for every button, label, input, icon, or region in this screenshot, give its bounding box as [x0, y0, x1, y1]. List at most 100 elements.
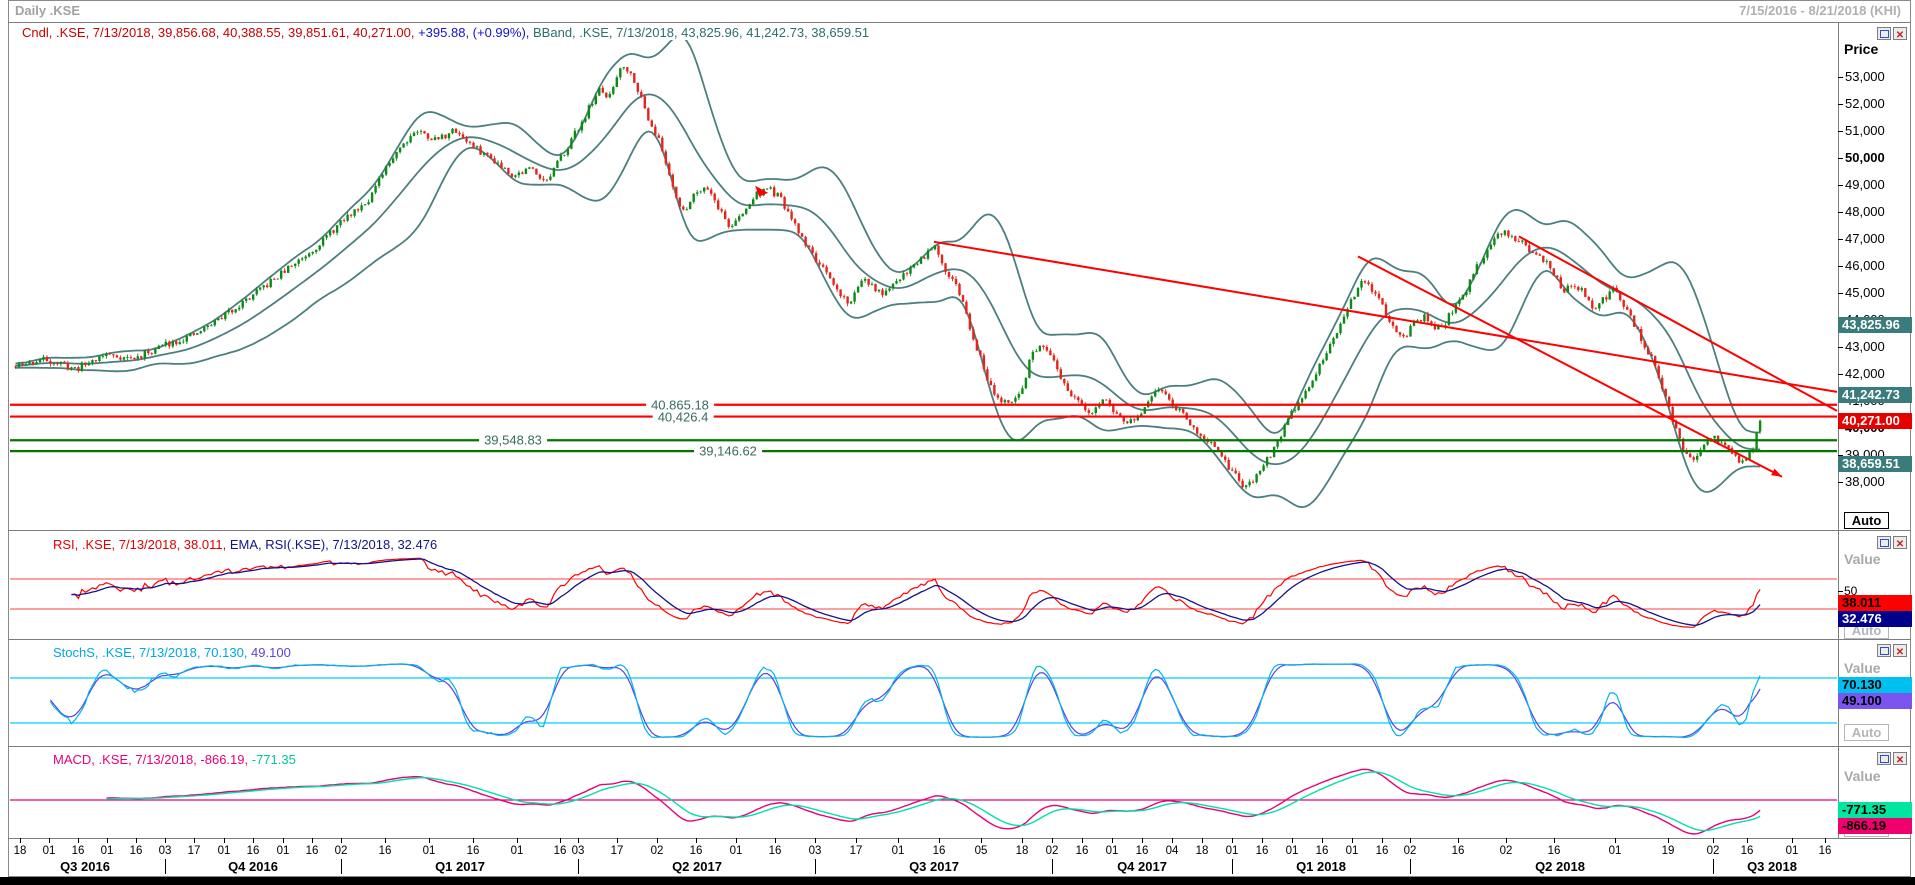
restore-icon[interactable]: [1877, 644, 1891, 657]
date-tick-label: 16: [72, 845, 85, 857]
price-tick: 53,000: [1838, 69, 1912, 84]
price-tick-label: 53,000: [1845, 69, 1885, 84]
quarter-separator: [1713, 859, 1714, 874]
date-tick-mark: [1082, 838, 1083, 843]
date-tick-mark: [617, 838, 618, 843]
date-tick-label: 16: [1548, 845, 1561, 857]
date-tick-label: 01: [218, 845, 231, 857]
date-tick-label: 01: [1609, 845, 1622, 857]
date-tick-label: 16: [1076, 845, 1089, 857]
date-tick-mark: [283, 838, 284, 843]
date-tick-mark: [775, 838, 776, 843]
tick-mark: [1838, 374, 1843, 375]
date-tick-mark: [341, 838, 342, 843]
date-tick-label: 17: [188, 845, 201, 857]
price-tick: 52,000: [1838, 96, 1912, 111]
date-tick-label: 18: [14, 845, 27, 857]
date-tick-label: 01: [101, 845, 114, 857]
date-tick-label: 16: [247, 845, 260, 857]
level-line-label: 40,426.4: [653, 409, 714, 424]
stoch-pane-controls: ✕: [1877, 644, 1909, 658]
quarter-separator: [578, 859, 579, 874]
pane-separator-rsi-stoch[interactable]: [8, 639, 1911, 640]
macd-pane: [10, 769, 1837, 834]
date-tick-label: 16: [1376, 845, 1389, 857]
date-tick-mark: [1172, 838, 1173, 843]
price-tick-label: 43,000: [1845, 339, 1885, 354]
date-tick-mark: [1022, 838, 1023, 843]
date-tick-mark: [1322, 838, 1323, 843]
date-tick-mark: [898, 838, 899, 843]
legend-main: Cndl, .KSE, 7/13/2018, 39,856.68, 40,388…: [22, 25, 869, 40]
restore-icon[interactable]: [1877, 536, 1891, 549]
date-tick-label: 03: [809, 845, 822, 857]
rsi-pane-controls: ✕: [1877, 536, 1909, 550]
date-tick-mark: [736, 838, 737, 843]
stoch-auto-button[interactable]: Auto: [1844, 724, 1889, 741]
indicator-badge: 32.476: [1838, 611, 1912, 627]
title-separator: [8, 22, 1911, 23]
pane-separator-main-rsi[interactable]: [8, 530, 1911, 531]
macd-axis-title: Value: [1844, 768, 1881, 784]
price-tick: 51,000: [1838, 123, 1912, 138]
close-icon[interactable]: ✕: [1893, 27, 1907, 40]
restore-icon[interactable]: [1877, 27, 1891, 40]
date-tick-label: 18: [1196, 845, 1209, 857]
date-tick-mark: [78, 838, 79, 843]
date-tick-mark: [312, 838, 313, 843]
price-tick-label: 38,000: [1845, 474, 1885, 489]
date-tick-label: 02: [335, 845, 348, 857]
stoch-k-line: [50, 664, 1760, 738]
close-icon[interactable]: ✕: [1893, 536, 1907, 549]
legend-segment: StochS, .KSE, 7/13/2018, 70.130,: [53, 645, 251, 660]
close-icon[interactable]: ✕: [1893, 644, 1907, 657]
date-range-label: 7/15/2016 - 8/21/2018 (KHI): [1739, 3, 1901, 18]
quarter-separator: [341, 859, 342, 874]
date-tick-label: 01: [892, 845, 905, 857]
date-tick-label: 16: [467, 845, 480, 857]
close-icon[interactable]: ✕: [1893, 752, 1907, 765]
restore-icon[interactable]: [1877, 752, 1891, 765]
date-tick-mark: [1554, 838, 1555, 843]
date-tick-label: 01: [1346, 845, 1359, 857]
date-tick-mark: [1382, 838, 1383, 843]
date-tick-label: 16: [306, 845, 319, 857]
price-tick-label: 50,000: [1845, 150, 1885, 165]
date-tick-mark: [253, 838, 254, 843]
date-tick-mark: [1668, 838, 1669, 843]
date-tick-mark: [1747, 838, 1748, 843]
pane-separator-stoch-macd[interactable]: [8, 746, 1911, 747]
date-tick-label: 16: [379, 845, 392, 857]
date-tick-mark: [578, 838, 579, 843]
date-tick-mark: [1506, 838, 1507, 843]
price-tick-label: 46,000: [1845, 258, 1885, 273]
tick-mark: [1838, 482, 1843, 483]
trend-line-3[interactable]: [1519, 236, 1837, 410]
tick-mark: [1838, 293, 1843, 294]
price-tick: 48,000: [1838, 204, 1912, 219]
quarter-label: Q1 2017: [435, 859, 485, 874]
date-tick-mark: [1142, 838, 1143, 843]
date-tick-mark: [165, 838, 166, 843]
bottom-strip: [0, 877, 1915, 885]
main-price-pane: [10, 36, 1837, 507]
date-tick-label: 18: [1016, 845, 1029, 857]
tick-mark: [1838, 77, 1843, 78]
date-tick-label: 02: [1404, 845, 1417, 857]
date-tick-label: 01: [43, 845, 56, 857]
legend-segment: -771.35: [252, 752, 296, 767]
price-tick: 45,000: [1838, 285, 1912, 300]
legend-stoch: StochS, .KSE, 7/13/2018, 70.130, 49.100: [53, 645, 291, 660]
main-auto-button[interactable]: Auto: [1844, 512, 1889, 529]
date-tick-label: 16: [1452, 845, 1465, 857]
date-tick-label: 01: [1286, 845, 1299, 857]
quarter-label: Q4 2016: [228, 859, 278, 874]
price-tick-label: 49,000: [1845, 177, 1885, 192]
date-tick-mark: [473, 838, 474, 843]
indicator-badge: 70.130: [1838, 677, 1912, 693]
legend-segment: Cndl, .KSE, 7/13/2018, 39,856.68, 40,388…: [22, 25, 418, 40]
quarter-separator: [815, 859, 816, 874]
price-badge: 38,659.51: [1838, 456, 1912, 472]
quarter-separator: [165, 859, 166, 874]
legend-segment: MACD, .KSE, 7/13/2018, -866.19,: [53, 752, 252, 767]
